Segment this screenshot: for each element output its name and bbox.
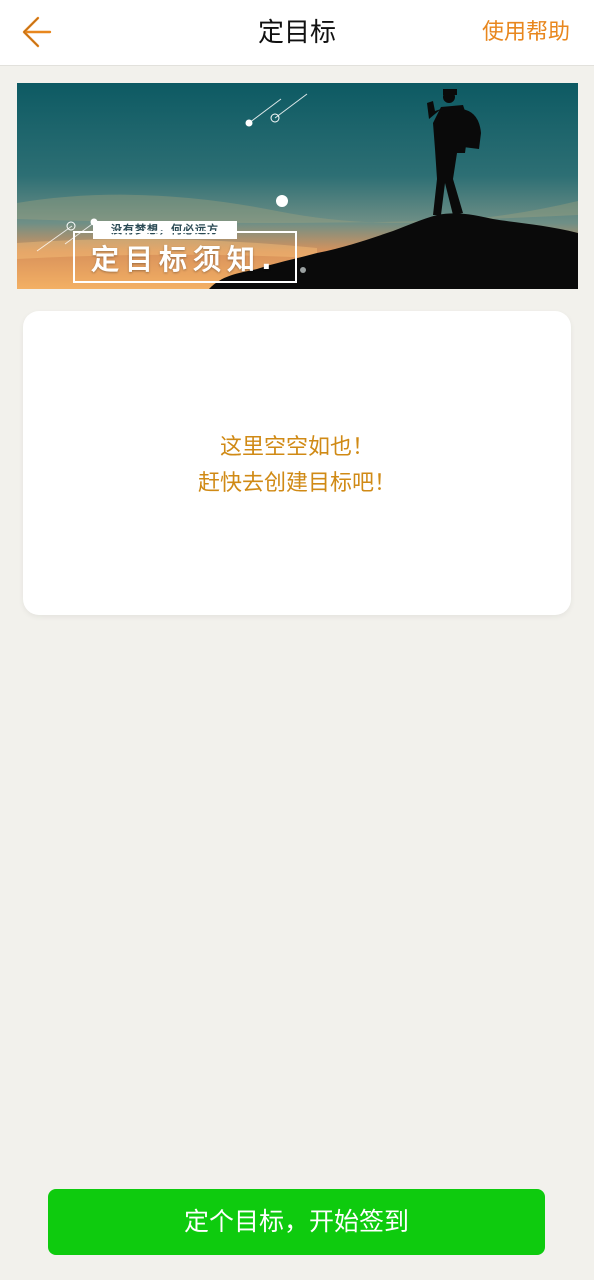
help-link[interactable]: 使用帮助 [482, 14, 570, 52]
goals-card: 这里空空如也！ 赶快去创建目标吧！ [23, 311, 571, 615]
empty-state-line2: 赶快去创建目标吧！ [197, 471, 396, 496]
banner-title: 定目标须知. [73, 231, 297, 283]
banner-carousel[interactable]: 没有梦想，何必远方 定目标须知. [17, 83, 578, 289]
empty-state-line1: 这里空空如也！ [219, 435, 374, 460]
top-bar: 定目标 使用帮助 [0, 0, 594, 66]
create-goal-button[interactable]: 定个目标，开始签到 [48, 1189, 545, 1255]
